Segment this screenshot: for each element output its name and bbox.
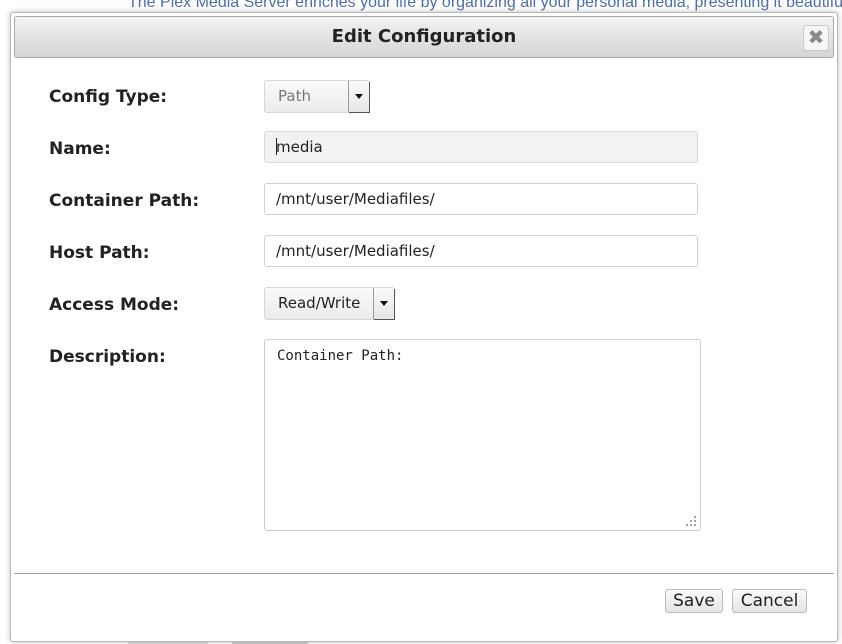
config-type-value: Path — [278, 87, 311, 105]
name-value: media — [276, 138, 323, 156]
host-path-label: Host Path: — [49, 243, 150, 263]
description-textarea[interactable]: Container Path: — [264, 339, 701, 531]
access-mode-value: Read/Write — [278, 294, 361, 312]
background-description-text: The Plex Media Server enriches your life… — [128, 0, 842, 11]
dialog-titlebar[interactable]: Edit Configuration ✖ — [14, 16, 834, 58]
footer-divider — [14, 573, 834, 574]
config-type-select[interactable]: Path — [264, 80, 370, 113]
name-field[interactable]: media — [264, 131, 698, 163]
chevron-down-icon — [373, 288, 394, 319]
edit-configuration-dialog: Edit Configuration ✖ Config Type: Path N… — [10, 12, 838, 642]
chevron-down-icon — [348, 81, 369, 112]
access-mode-select[interactable]: Read/Write — [264, 287, 395, 320]
config-type-label: Config Type: — [49, 87, 168, 107]
dialog-title: Edit Configuration — [331, 26, 517, 47]
cancel-button[interactable]: Cancel — [732, 589, 807, 613]
resize-grip-icon[interactable] — [685, 515, 697, 527]
description-label: Description: — [49, 347, 166, 367]
container-path-label: Container Path: — [49, 191, 200, 211]
container-path-field[interactable]: /mnt/user/Mediafiles/ — [264, 183, 698, 215]
name-label: Name: — [49, 139, 111, 159]
save-button[interactable]: Save — [665, 589, 723, 613]
access-mode-label: Access Mode: — [49, 295, 180, 315]
host-path-value: /mnt/user/Mediafiles/ — [276, 242, 435, 260]
host-path-field[interactable]: /mnt/user/Mediafiles/ — [264, 235, 698, 267]
close-icon: ✖ — [807, 25, 825, 49]
close-button[interactable]: ✖ — [803, 25, 829, 51]
container-path-value: /mnt/user/Mediafiles/ — [276, 190, 435, 208]
description-value: Container Path: — [277, 348, 404, 364]
